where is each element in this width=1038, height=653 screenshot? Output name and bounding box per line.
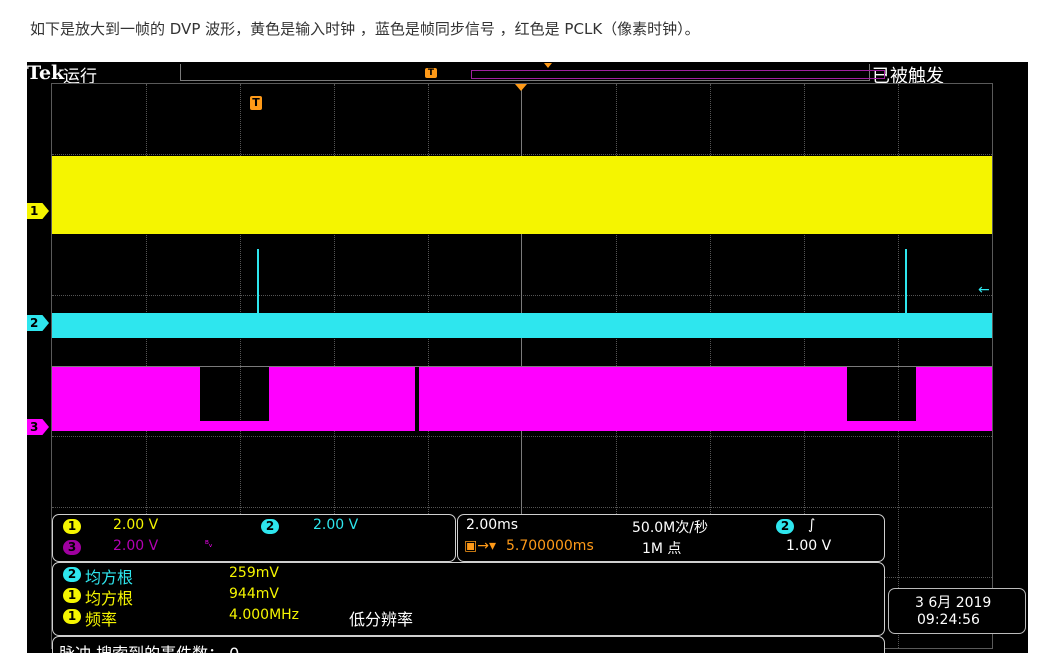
datetime-panel: 3 6月 2019 09:24:56: [888, 588, 1026, 634]
record-trigger-icon: T: [425, 68, 437, 78]
meas3-note: 低分辨率: [349, 610, 414, 629]
search-status-panel[interactable]: 脉冲 搜索到的事件数： 0: [52, 636, 885, 653]
timebase-panel[interactable]: 2.00ms 50.0M次/秒 2 ∫ ▣→▾ 5.700000ms 1M 点 …: [457, 514, 885, 562]
trigger-slope-icon: ∫: [808, 517, 816, 533]
bandwidth-limit-icon: ᴮᵥ: [205, 540, 213, 550]
ch3-scale: 2.00 V: [113, 538, 159, 554]
meas2-badge: 1: [63, 588, 81, 603]
ch2-marker[interactable]: 2: [27, 315, 49, 331]
meas3-badge: 1: [63, 609, 81, 624]
ch3-trace-low: [200, 421, 269, 431]
ch3-trace: [52, 367, 200, 431]
time-per-div: 2.00ms: [466, 517, 519, 533]
ch3-trace: [419, 367, 847, 431]
expansion-point-icon: [544, 63, 552, 68]
ch3-marker[interactable]: 3: [27, 419, 49, 435]
trigger-level-icon: ←: [978, 282, 990, 298]
oscilloscope-screen: Tek 运行 已被触发 T T ← 1 2 3 1 2.00 V 2 2.00 …: [27, 62, 1028, 653]
ch2-pulse: [257, 249, 259, 317]
trigger-delay-icon: ▣→▾: [464, 538, 496, 554]
ch1-marker[interactable]: 1: [27, 203, 49, 219]
caption-text: 如下是放大到一帧的 DVP 波形，黄色是输入时钟 ，蓝色是帧同步信号 ，红色是 …: [30, 20, 700, 38]
record-length: 1M 点: [642, 541, 682, 557]
trigger-source-badge: 2: [776, 519, 794, 534]
search-status: 脉冲 搜索到的事件数： 0: [59, 640, 239, 653]
record-view-window: [471, 70, 885, 79]
record-view-bar: T: [180, 63, 885, 81]
meas1-value: 259mV: [229, 565, 279, 581]
meas1-badge: 2: [63, 567, 81, 582]
sample-rate: 50.0M次/秒: [632, 520, 708, 536]
ch2-badge: 2: [261, 519, 279, 534]
measurement-panel[interactable]: 2 均方根 259mV 1 均方根 944mV 1 频率 4.000MHz 低分…: [52, 562, 885, 636]
ch2-trace: [52, 313, 992, 338]
ch3-trace: [916, 367, 992, 431]
trigger-position-icon: T: [250, 96, 262, 110]
ch1-scale: 2.00 V: [113, 517, 159, 533]
trigger-level: 1.00 V: [786, 538, 832, 554]
trigger-position-arrow-icon: [515, 84, 527, 91]
ch2-scale: 2.00 V: [313, 517, 359, 533]
vertical-readout-panel[interactable]: 1 2.00 V 2 2.00 V 3 2.00 V ᴮᵥ: [52, 514, 456, 562]
ch3-trace: [269, 367, 415, 431]
trigger-position: 5.700000ms: [506, 538, 594, 554]
tek-logo: Tek: [27, 62, 65, 84]
meas3-name: 频率: [85, 610, 118, 629]
ch1-trace: [52, 156, 992, 234]
ch3-badge: 3: [63, 540, 81, 555]
meas3-value: 4.000MHz: [229, 607, 300, 623]
date-display: 3 6月 2019: [915, 595, 992, 611]
ch3-trace-low: [847, 421, 916, 431]
ch2-pulse: [905, 249, 907, 317]
time-display: 09:24:56: [917, 612, 980, 628]
meas2-value: 944mV: [229, 586, 279, 602]
ch1-badge: 1: [63, 519, 81, 534]
